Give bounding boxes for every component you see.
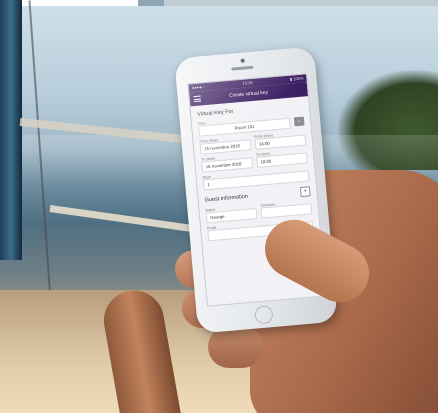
photo-scene: ●●●●○ 10:38 ▮ 100% Create virtual key Vi… <box>0 0 438 413</box>
top-strip-segment <box>164 0 438 6</box>
phone-speaker <box>231 65 254 71</box>
hamburger-menu-icon[interactable] <box>193 95 202 103</box>
boat-mast <box>0 0 22 260</box>
screen-title: Create virtual key <box>228 89 269 99</box>
top-strip-segment <box>138 0 164 6</box>
door-dropdown-button[interactable]: ⌄ <box>293 116 305 127</box>
home-button[interactable] <box>254 305 274 325</box>
boat-railing <box>49 205 200 233</box>
front-camera <box>240 58 245 63</box>
top-strip <box>0 0 438 6</box>
finger <box>208 326 263 368</box>
